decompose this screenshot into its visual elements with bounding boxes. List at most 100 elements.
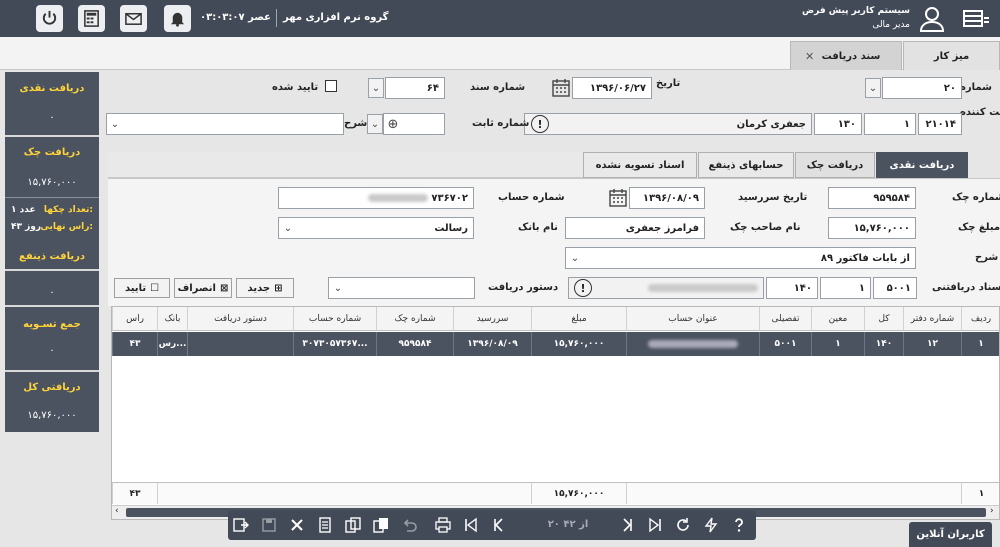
new-button[interactable]: جدید ⊞	[236, 278, 294, 298]
cancel-button-label: انصراف	[177, 282, 216, 294]
ok-button[interactable]: تایید ☐	[114, 278, 170, 298]
docs-field2[interactable]: ۱	[820, 277, 871, 299]
sidebar-settle-title: جمع تسـویه	[23, 319, 81, 330]
document-icon[interactable]	[314, 514, 336, 536]
col-account-no[interactable]: شماره حساب	[293, 307, 376, 331]
sidebar-cash[interactable]: دریافت نقدی ۰	[5, 72, 99, 137]
bank-field[interactable]: رسالت	[278, 217, 474, 239]
sidebar-cheque[interactable]: دریافت چک ۱۵,۷۶۰,۰۰۰ تعداد چکها: ۱ عدد ر…	[5, 137, 99, 271]
duplicate-icon[interactable]	[370, 514, 392, 536]
cheque-count-label: تعداد چکها:	[43, 205, 93, 215]
col-receive-order[interactable]: دستور دریافت	[187, 307, 293, 331]
previous-record-icon[interactable]	[488, 514, 510, 536]
desc-chevron-down-icon[interactable]: ⌄	[107, 114, 123, 134]
last-record-icon[interactable]	[644, 514, 666, 536]
cancel-button[interactable]: انصراف ⊠	[174, 278, 232, 298]
calculator-icon	[84, 10, 99, 27]
order-chevron-down-icon[interactable]: ⌄	[330, 278, 346, 298]
first-record-icon[interactable]	[460, 514, 482, 536]
fixed-number-label: شماره ثابت	[472, 118, 530, 129]
col-bank[interactable]: بانک	[157, 307, 187, 331]
export-icon[interactable]	[230, 514, 252, 536]
doc-number-chevron-down-icon[interactable]: ⌄	[368, 78, 384, 98]
footer-amount: ۱۵,۷۶۰,۰۰۰	[531, 482, 626, 504]
account-no-field[interactable]: ۷۳۶۷۰۲	[278, 187, 474, 209]
notifications-button[interactable]	[164, 5, 191, 32]
cheques-grid: ردیف شماره دفتر کل معین تفصیلی عنوان حسا…	[111, 306, 1000, 520]
calculator-button[interactable]	[78, 5, 105, 32]
docs-field1[interactable]: ۵۰۰۱	[873, 277, 917, 299]
doc-number-field[interactable]: ۶۴	[385, 77, 445, 99]
cheque-desc-chevron-down-icon[interactable]: ⌄	[567, 248, 583, 268]
print-icon[interactable]	[432, 514, 454, 536]
power-button[interactable]	[36, 5, 63, 32]
help-icon[interactable]	[728, 514, 750, 536]
cheque-no-field[interactable]: ۹۵۹۵۸۴	[828, 187, 916, 209]
payer-code2[interactable]: ۱	[864, 113, 916, 135]
info-icon[interactable]: !	[531, 115, 549, 133]
col-book-no[interactable]: شماره دفتر	[903, 307, 961, 331]
tab-desktop[interactable]: میز کار	[903, 41, 1000, 70]
number-field[interactable]: ۲۰	[882, 77, 962, 99]
date-label: تاریخ	[656, 78, 681, 89]
next-record-icon[interactable]	[616, 514, 638, 536]
tab-beneficiaries[interactable]: حسابهای ذینفع	[698, 152, 794, 178]
cheque-desc-label: شرح	[975, 252, 999, 263]
payer-name[interactable]: جعفری کرمان	[524, 113, 812, 135]
owner-field[interactable]: فرامرز جعفری	[565, 217, 705, 239]
docs-info-icon[interactable]: !	[574, 279, 592, 297]
save-icon[interactable]	[258, 514, 280, 536]
docs-account-title[interactable]	[568, 277, 764, 299]
date-field[interactable]: ۱۳۹۶/۰۶/۲۷	[572, 77, 652, 99]
cell-book-no: ۱۲	[903, 332, 961, 356]
due-date-field[interactable]: ۱۳۹۶/۰۸/۰۹	[629, 187, 705, 209]
col-cheque-no[interactable]: شماره چک	[376, 307, 453, 331]
undo-icon[interactable]	[398, 514, 420, 536]
tab-receive-document[interactable]: سند دریافت ✕	[790, 41, 902, 70]
close-tab-icon[interactable]: ✕	[805, 50, 814, 63]
col-detail[interactable]: تفصیلی	[759, 307, 811, 331]
desc-field[interactable]	[106, 113, 344, 135]
confirmed-checkbox[interactable]	[325, 80, 337, 92]
col-account-title[interactable]: عنوان حساب	[626, 307, 759, 331]
payer-code3[interactable]: ۱۳۰	[814, 113, 862, 135]
number-dropdown-chevron-down-icon[interactable]: ⌄	[865, 78, 881, 98]
col-row[interactable]: ردیف	[961, 307, 999, 331]
system-title: سیستم کاربر پیش فرض	[802, 6, 910, 16]
amount-field[interactable]: ۱۵,۷۶۰,۰۰۰	[828, 217, 916, 239]
tab-unsettled[interactable]: اسناد تسویه نشده	[583, 152, 697, 178]
cell-row: ۱	[961, 332, 999, 356]
docs-field3[interactable]: ۱۴۰	[766, 277, 818, 299]
user-avatar-icon[interactable]	[918, 5, 946, 33]
payer-code1[interactable]: ۲۱۰۱۴	[918, 113, 962, 135]
col-ras[interactable]: راس	[112, 307, 157, 331]
tab-cheque[interactable]: دریافت چک	[795, 152, 875, 178]
col-subsidiary[interactable]: معین	[811, 307, 864, 331]
refresh-icon[interactable]	[672, 514, 694, 536]
tab-label: سند دریافت	[821, 50, 881, 62]
bell-icon	[170, 12, 185, 27]
delete-icon[interactable]	[286, 514, 308, 536]
sidebar-settle[interactable]: جمع تسـویه ۰	[5, 309, 99, 372]
col-due-date[interactable]: سررسید	[453, 307, 531, 331]
menu-icon[interactable]	[962, 8, 990, 30]
sidebar-other[interactable]: ۰	[5, 271, 99, 307]
order-field[interactable]	[328, 277, 475, 299]
cell-subsidiary: ۱	[811, 332, 864, 356]
cheque-desc-field[interactable]: از بابات فاکتور ۸۹	[565, 247, 916, 269]
calendar-icon[interactable]	[552, 78, 570, 98]
copy-icon[interactable]	[342, 514, 364, 536]
scroll-right-icon[interactable]: ›	[990, 506, 994, 516]
col-general[interactable]: کل	[864, 307, 903, 331]
col-amount[interactable]: مبلغ	[531, 307, 626, 331]
bank-chevron-down-icon[interactable]: ⌄	[280, 218, 296, 238]
online-users-button[interactable]: کاربران آنلاین	[909, 522, 992, 547]
add-icon[interactable]: ⊕	[385, 114, 401, 134]
sidebar-total[interactable]: دریافتی کل ۱۵,۷۶۰,۰۰۰	[5, 372, 99, 432]
due-calendar-icon[interactable]	[609, 188, 627, 208]
tab-cash[interactable]: دریافت نقدی	[876, 152, 968, 178]
messages-button[interactable]	[120, 5, 147, 32]
flash-icon[interactable]	[700, 514, 722, 536]
scroll-left-icon[interactable]: ‹	[115, 506, 119, 516]
fixed-number-chevron-down-icon[interactable]: ⌄	[367, 114, 383, 134]
